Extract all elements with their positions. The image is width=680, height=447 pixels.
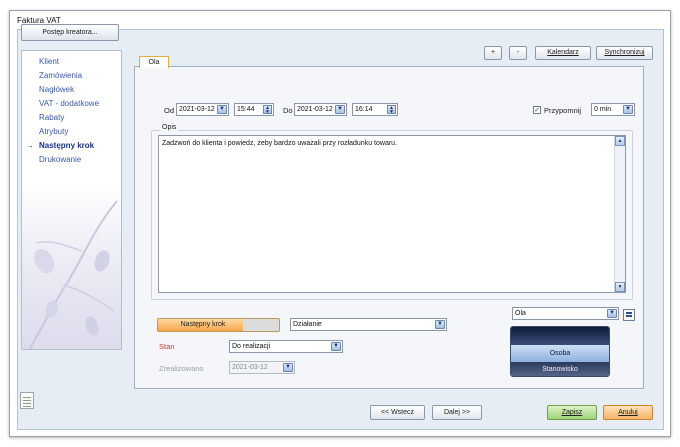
synchronize-button[interactable]: Synchronizuj xyxy=(596,46,653,60)
cancel-label: Anuluj xyxy=(618,409,638,416)
remind-label: Przypomnij xyxy=(544,106,582,115)
description-scrollbar[interactable]: ▲ ▼ xyxy=(614,136,625,292)
step-atrybuty[interactable]: Atrybuty xyxy=(39,127,68,136)
remind-dropdown-icon[interactable]: ▼ xyxy=(623,105,633,114)
next-label: Dalej >> xyxy=(443,409,471,416)
action-dropdown-icon[interactable]: ▼ xyxy=(435,320,445,329)
tab-ola[interactable]: Ola xyxy=(139,56,169,68)
next-step-progress-label: Następny krok xyxy=(180,321,226,328)
option-stanowisko[interactable]: Stanowisko xyxy=(511,362,609,376)
save-button[interactable]: Zapisz xyxy=(547,405,597,420)
scroll-up-icon[interactable]: ▲ xyxy=(615,136,625,146)
next-button[interactable]: Dalej >> xyxy=(432,405,482,420)
back-label: << Wstecz xyxy=(380,409,415,416)
zrealizowano-dropdown-icon: ▼ xyxy=(283,363,293,372)
from-date-dropdown-icon[interactable]: ▼ xyxy=(217,105,227,114)
to-time-field[interactable]: 16:14 ▲ ▼ xyxy=(352,103,398,116)
assignee-dropdown-icon[interactable]: ▼ xyxy=(607,309,617,318)
from-time-spinner-icon[interactable]: ▲ ▼ xyxy=(263,105,272,115)
to-time-value: 16:14 xyxy=(355,106,373,113)
description-label: Opis xyxy=(160,124,179,131)
add-button[interactable]: + xyxy=(484,46,502,60)
step-klient[interactable]: Klient xyxy=(39,57,59,66)
zrealizowano-label: Zrealizowano xyxy=(159,364,204,373)
action-select[interactable]: Działanie ▼ xyxy=(290,318,447,331)
scroll-down-icon[interactable]: ▼ xyxy=(615,282,625,292)
to-time-spinner-icon[interactable]: ▲ ▼ xyxy=(387,105,396,115)
current-step-arrow-icon: → xyxy=(26,141,34,150)
to-date-value: 2021-03-12 xyxy=(297,106,333,113)
from-time-field[interactable]: 15:44 ▲ ▼ xyxy=(234,103,274,116)
remove-button[interactable]: - xyxy=(509,46,527,60)
stan-value: Do realizacji xyxy=(232,343,271,350)
back-button[interactable]: << Wstecz xyxy=(370,405,425,420)
assignee-value: Ola xyxy=(515,310,526,317)
cancel-button[interactable]: Anuluj xyxy=(603,405,653,420)
step-zamowienia[interactable]: Zamówienia xyxy=(39,71,82,80)
next-step-progress: Następny krok xyxy=(157,318,280,332)
from-date-field[interactable]: 2021-03-12 ▼ xyxy=(176,103,229,116)
wizard-steps-sidebar: Klient Zamówienia Nagłówek VAT - dodatko… xyxy=(21,50,122,350)
decorative-branch-illustration xyxy=(29,200,118,349)
action-value: Działanie xyxy=(293,321,322,328)
calendar-label: Kalendarz xyxy=(547,49,579,56)
description-textarea[interactable]: Zadzwoń do klienta i powiedz, żeby bardz… xyxy=(158,135,626,293)
save-label: Zapisz xyxy=(561,409,583,416)
assignee-switch-header xyxy=(511,327,609,345)
from-time-value: 15:44 xyxy=(237,106,255,113)
assignee-type-switch[interactable]: Osoba Stanowisko xyxy=(510,326,610,377)
stan-select[interactable]: Do realizacji ▼ xyxy=(229,340,343,353)
wizard-progress-button[interactable]: Postęp kreatora... xyxy=(21,24,119,41)
synchronize-label: Synchronizuj xyxy=(604,49,645,56)
document-icon[interactable] xyxy=(20,392,34,409)
list-icon[interactable] xyxy=(623,309,635,321)
description-text: Zadzwoń do klienta i powiedz, żeby bardz… xyxy=(162,140,398,147)
remind-checkbox[interactable]: ✓ xyxy=(533,106,541,114)
step-rabaty[interactable]: Rabaty xyxy=(39,113,64,122)
stan-label: Stan xyxy=(159,342,175,351)
calendar-button[interactable]: Kalendarz xyxy=(535,46,591,60)
option-osoba[interactable]: Osoba xyxy=(511,345,609,362)
step-vat-dodatkowe[interactable]: VAT - dodatkowe xyxy=(39,99,99,108)
zrealizowano-value: 2021-03-12 xyxy=(232,364,268,371)
step-naglowek[interactable]: Nagłówek xyxy=(39,85,74,94)
step-nastepny-krok[interactable]: Następny krok xyxy=(39,141,94,150)
zrealizowano-date-field: 2021-03-12 ▼ xyxy=(229,361,295,374)
step-drukowanie[interactable]: Drukowanie xyxy=(39,155,81,164)
to-date-dropdown-icon[interactable]: ▼ xyxy=(335,105,345,114)
from-date-value: 2021-03-12 xyxy=(179,106,215,113)
remind-select[interactable]: 0 min ▼ xyxy=(591,103,635,116)
remind-value: 0 min xyxy=(594,106,612,113)
to-label: Do xyxy=(283,106,293,115)
stan-dropdown-icon[interactable]: ▼ xyxy=(331,342,341,351)
from-label: Od xyxy=(164,106,175,115)
assignee-select[interactable]: Ola ▼ xyxy=(512,307,619,320)
to-date-field[interactable]: 2021-03-12 ▼ xyxy=(294,103,347,116)
